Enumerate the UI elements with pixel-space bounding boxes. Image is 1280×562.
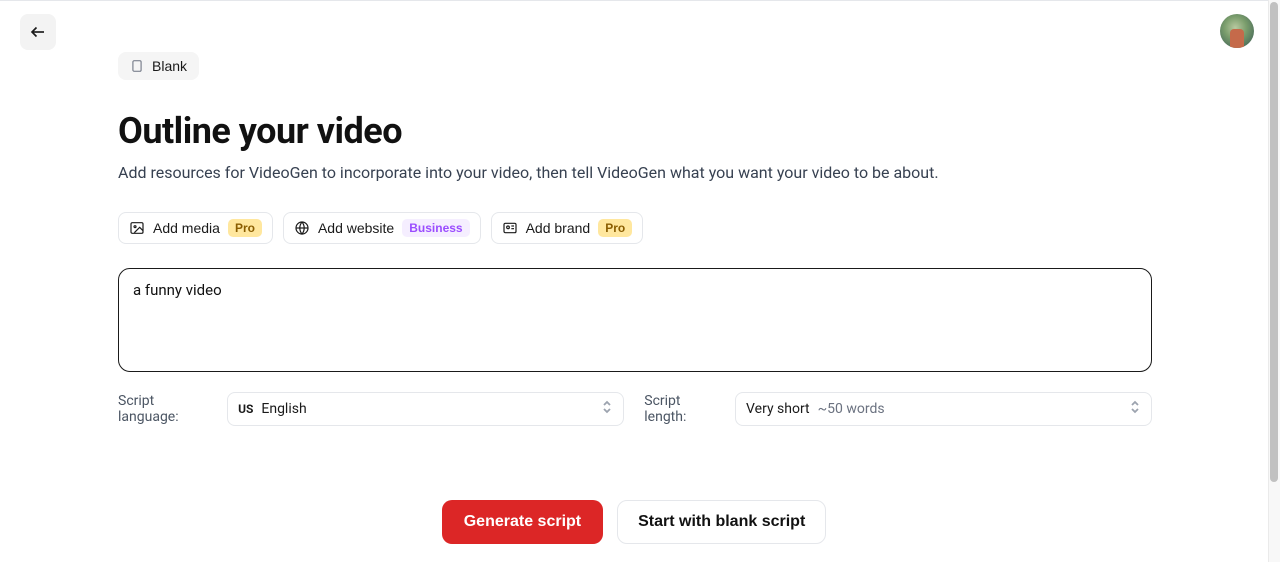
pro-badge: Pro xyxy=(228,219,262,237)
id-card-icon xyxy=(502,220,518,236)
generate-script-button[interactable]: Generate script xyxy=(442,500,603,544)
template-pill-blank[interactable]: Blank xyxy=(118,52,199,80)
add-website-button[interactable]: Add website Business xyxy=(283,212,481,244)
image-icon xyxy=(129,220,145,236)
script-length-detail: ~50 words xyxy=(818,401,885,417)
script-length-select[interactable]: Very short ~50 words xyxy=(735,392,1152,426)
script-language-group: Script language: US English xyxy=(118,392,624,426)
add-website-label: Add website xyxy=(318,220,394,236)
add-brand-button[interactable]: Add brand Pro xyxy=(491,212,644,244)
script-length-group: Script length: Very short ~50 words xyxy=(644,392,1152,426)
back-button[interactable] xyxy=(20,14,56,50)
page-title: Outline your video xyxy=(118,110,1152,152)
template-pill-label: Blank xyxy=(152,58,187,74)
pro-badge: Pro xyxy=(598,219,632,237)
add-media-label: Add media xyxy=(153,220,220,236)
script-language-label: Script language: xyxy=(118,393,217,425)
script-language-value: English xyxy=(261,401,306,417)
avatar[interactable] xyxy=(1220,14,1254,48)
script-length-value: Very short xyxy=(746,401,810,417)
flag-code-label: US xyxy=(238,402,253,416)
add-brand-label: Add brand xyxy=(526,220,591,236)
options-row: Script language: US English Script lengt… xyxy=(118,392,1152,426)
chevron-up-down-icon xyxy=(601,400,613,418)
scrollbar-track[interactable] xyxy=(1268,0,1280,562)
prompt-input[interactable] xyxy=(118,268,1152,372)
cta-row: Generate script Start with blank script xyxy=(0,500,1268,544)
business-badge: Business xyxy=(402,219,469,237)
script-language-select[interactable]: US English xyxy=(227,392,624,426)
script-length-label: Script length: xyxy=(644,393,725,425)
scrollbar-thumb[interactable] xyxy=(1270,2,1278,482)
add-media-button[interactable]: Add media Pro xyxy=(118,212,273,244)
main-content: Blank Outline your video Add resources f… xyxy=(118,52,1152,426)
arrow-left-icon xyxy=(29,23,47,41)
page-subtitle: Add resources for VideoGen to incorporat… xyxy=(118,162,1152,184)
globe-icon xyxy=(294,220,310,236)
top-border xyxy=(0,0,1268,1)
start-blank-script-button[interactable]: Start with blank script xyxy=(617,500,826,544)
chevron-up-down-icon xyxy=(1129,400,1141,418)
document-icon xyxy=(130,59,144,73)
resource-buttons-row: Add media Pro Add website Business Add b… xyxy=(118,212,1152,244)
